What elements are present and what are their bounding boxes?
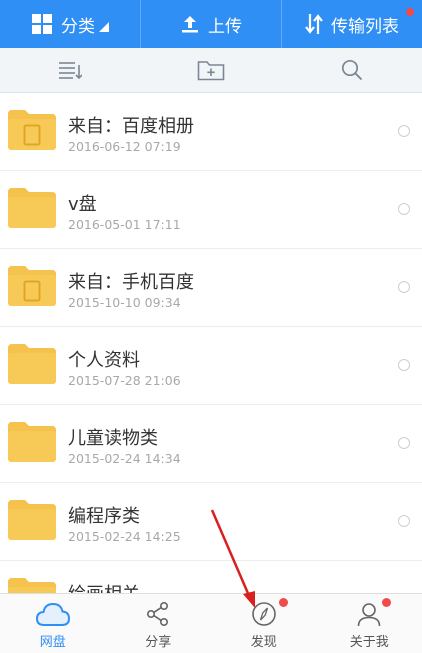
notification-badge xyxy=(279,598,288,607)
nav-cloud-drive[interactable]: 网盘 xyxy=(0,594,106,653)
folder-icon xyxy=(8,188,56,228)
bottom-nav: 网盘 分享 发现 关于我 xyxy=(0,593,422,653)
select-radio[interactable] xyxy=(398,125,410,137)
file-row[interactable]: 绘画相关 xyxy=(0,561,422,593)
notification-badge xyxy=(406,8,414,16)
top-bar: 分类 上传 传输列表 xyxy=(0,0,422,48)
new-folder-icon xyxy=(197,59,225,81)
folder-icon xyxy=(8,578,56,593)
folder-photo-icon xyxy=(8,110,56,150)
file-row[interactable]: 来自：手机百度 2015-10-10 09:34 xyxy=(0,249,422,327)
share-icon xyxy=(145,601,171,627)
transfer-label: 传输列表 xyxy=(331,12,399,37)
nav-label: 网盘 xyxy=(40,631,66,650)
file-name: 个人资料 xyxy=(68,346,140,372)
upload-label: 上传 xyxy=(208,12,242,37)
file-list: 来自：百度相册 2016-06-12 07:19 v盘 2016-05-01 1… xyxy=(0,93,422,593)
cloud-icon xyxy=(35,601,71,627)
nav-label: 关于我 xyxy=(350,631,389,650)
file-name: 编程序类 xyxy=(68,502,140,528)
file-name: 绘画相关 xyxy=(68,580,140,593)
nav-label: 发现 xyxy=(251,631,277,650)
folder-icon xyxy=(8,500,56,540)
file-date: 2016-06-12 07:19 xyxy=(68,139,181,154)
select-radio[interactable] xyxy=(398,203,410,215)
transfer-icon xyxy=(305,13,323,35)
category-button[interactable]: 分类 xyxy=(0,0,140,48)
sort-button[interactable] xyxy=(0,48,141,92)
folder-phone-icon xyxy=(8,266,56,306)
select-radio[interactable] xyxy=(398,359,410,371)
file-row[interactable]: 儿童读物类 2015-02-24 14:34 xyxy=(0,405,422,483)
nav-label: 分享 xyxy=(145,631,171,650)
search-button[interactable] xyxy=(281,48,422,92)
notification-badge xyxy=(382,598,391,607)
compass-icon xyxy=(251,601,277,627)
file-date: 2015-02-24 14:34 xyxy=(68,451,181,466)
select-radio[interactable] xyxy=(398,281,410,293)
file-row[interactable]: v盘 2016-05-01 17:11 xyxy=(0,171,422,249)
search-icon xyxy=(341,59,363,81)
grid-icon xyxy=(31,13,53,35)
file-name: 儿童读物类 xyxy=(68,424,158,450)
transfer-list-button[interactable]: 传输列表 xyxy=(281,0,422,48)
nav-share[interactable]: 分享 xyxy=(106,594,212,653)
file-name: 来自：手机百度 xyxy=(68,268,194,294)
folder-icon xyxy=(8,422,56,462)
file-date: 2015-10-10 09:34 xyxy=(68,295,181,310)
person-icon xyxy=(356,601,382,627)
file-date: 2015-02-24 14:25 xyxy=(68,529,181,544)
file-row[interactable]: 来自：百度相册 2016-06-12 07:19 xyxy=(0,93,422,171)
file-date: 2016-05-01 17:11 xyxy=(68,217,181,232)
nav-discover[interactable]: 发现 xyxy=(211,594,317,653)
folder-icon xyxy=(8,344,56,384)
toolbar xyxy=(0,48,422,93)
file-date: 2015-07-28 21:06 xyxy=(68,373,181,388)
select-radio[interactable] xyxy=(398,437,410,449)
new-folder-button[interactable] xyxy=(141,48,282,92)
file-name: v盘 xyxy=(68,190,97,216)
dropdown-triangle-icon xyxy=(99,22,109,32)
file-row[interactable]: 个人资料 2015-07-28 21:06 xyxy=(0,327,422,405)
sort-list-icon xyxy=(58,60,82,80)
upload-button[interactable]: 上传 xyxy=(140,0,281,48)
upload-icon xyxy=(180,14,200,34)
nav-about-me[interactable]: 关于我 xyxy=(317,594,422,653)
file-row[interactable]: 编程序类 2015-02-24 14:25 xyxy=(0,483,422,561)
select-radio[interactable] xyxy=(398,515,410,527)
file-name: 来自：百度相册 xyxy=(68,112,194,138)
category-label: 分类 xyxy=(61,12,95,37)
